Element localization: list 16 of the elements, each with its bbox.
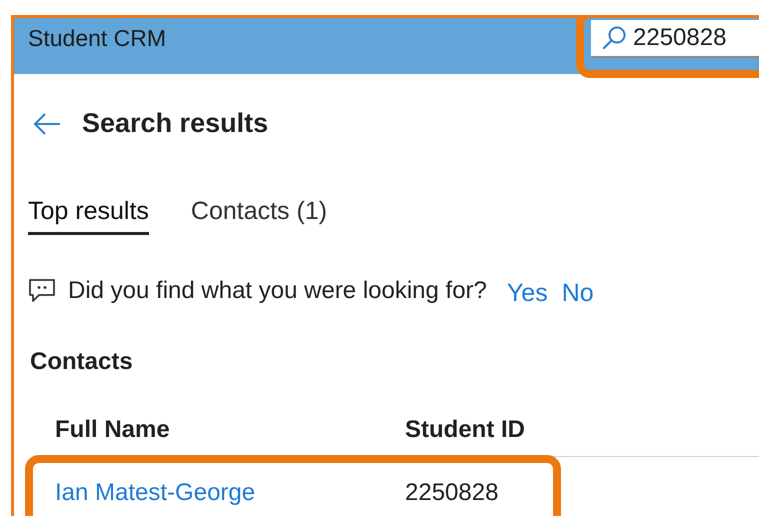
chat-bubble-icon <box>28 278 56 304</box>
feedback-link[interactable]: Yes <box>506 279 548 308</box>
page-title: Search results <box>82 108 268 139</box>
section-title: Contacts <box>30 348 134 376</box>
feedback-link[interactable]: No <box>562 279 594 308</box>
app-title: Student CRM <box>28 24 166 52</box>
search-icon <box>601 25 627 51</box>
tab[interactable]: Top results <box>28 197 149 235</box>
tab[interactable]: Contacts (1) <box>190 197 328 235</box>
column-header[interactable]: Student ID <box>405 416 525 444</box>
back-arrow-icon[interactable] <box>32 112 62 136</box>
feedback-question: Did you find what you were looking for? <box>68 276 487 304</box>
column-header[interactable]: Full Name <box>55 416 405 444</box>
contact-link[interactable]: Ian Matest-George <box>55 479 405 507</box>
search-field[interactable]: 2250828 <box>591 20 759 58</box>
table-cell: 2250828 <box>405 479 498 507</box>
